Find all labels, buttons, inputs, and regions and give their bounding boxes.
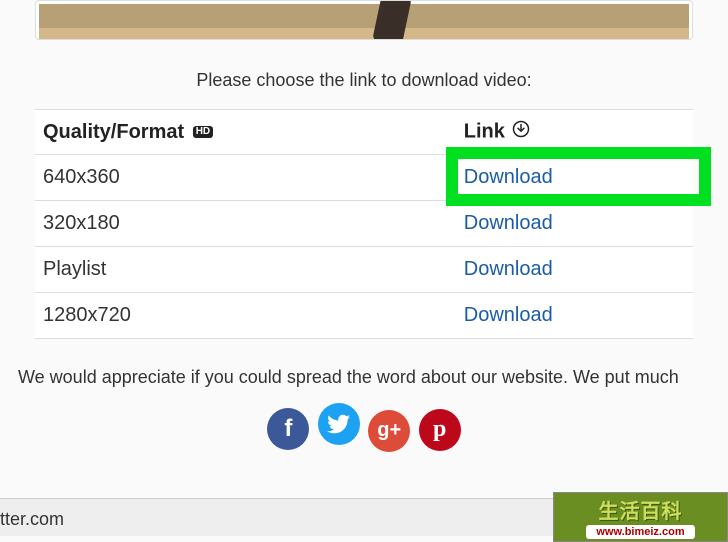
download-link[interactable]: Download [464, 212, 553, 234]
header-quality-label: Quality/Format [43, 121, 184, 143]
download-link[interactable]: Download [464, 166, 553, 188]
quality-cell: 320x180 [35, 201, 456, 247]
googleplus-icon[interactable]: g+ [368, 410, 410, 452]
download-icon [512, 120, 530, 144]
header-link: Link [456, 110, 693, 155]
video-frame [35, 0, 693, 40]
social-row: f g+ p [0, 403, 728, 452]
link-cell: Download [456, 155, 693, 201]
footer-text: tter.com [0, 509, 64, 529]
hd-icon: HD [193, 126, 213, 138]
table-row: Playlist Download [35, 247, 693, 293]
download-link[interactable]: Download [464, 304, 553, 326]
quality-cell: 640x360 [35, 155, 456, 201]
quality-cell: 1280x720 [35, 293, 456, 339]
link-cell: Download [456, 201, 693, 247]
quality-cell: Playlist [35, 247, 456, 293]
table-row: 320x180 Download [35, 201, 693, 247]
watermark-cn: 生活百科 [599, 495, 683, 524]
link-cell: Download [456, 293, 693, 339]
watermark-url: www.bimeiz.com [586, 525, 694, 539]
table-row: 640x360 Download [35, 155, 693, 201]
header-quality: Quality/Format HD [35, 110, 456, 155]
link-cell: Download [456, 247, 693, 293]
facebook-icon[interactable]: f [267, 408, 309, 450]
pinterest-icon[interactable]: p [419, 409, 461, 451]
download-table: Quality/Format HD Link 640x360 Download … [35, 109, 693, 339]
header-link-label: Link [464, 120, 505, 142]
table-row: 1280x720 Download [35, 293, 693, 339]
appreciate-text: We would appreciate if you could spread … [18, 367, 728, 388]
watermark: 生活百科 www.bimeiz.com [553, 492, 728, 542]
twitter-icon[interactable] [318, 403, 360, 445]
instruction-text: Please choose the link to download video… [0, 70, 728, 91]
download-link[interactable]: Download [464, 258, 553, 280]
video-thumbnail [39, 4, 689, 40]
